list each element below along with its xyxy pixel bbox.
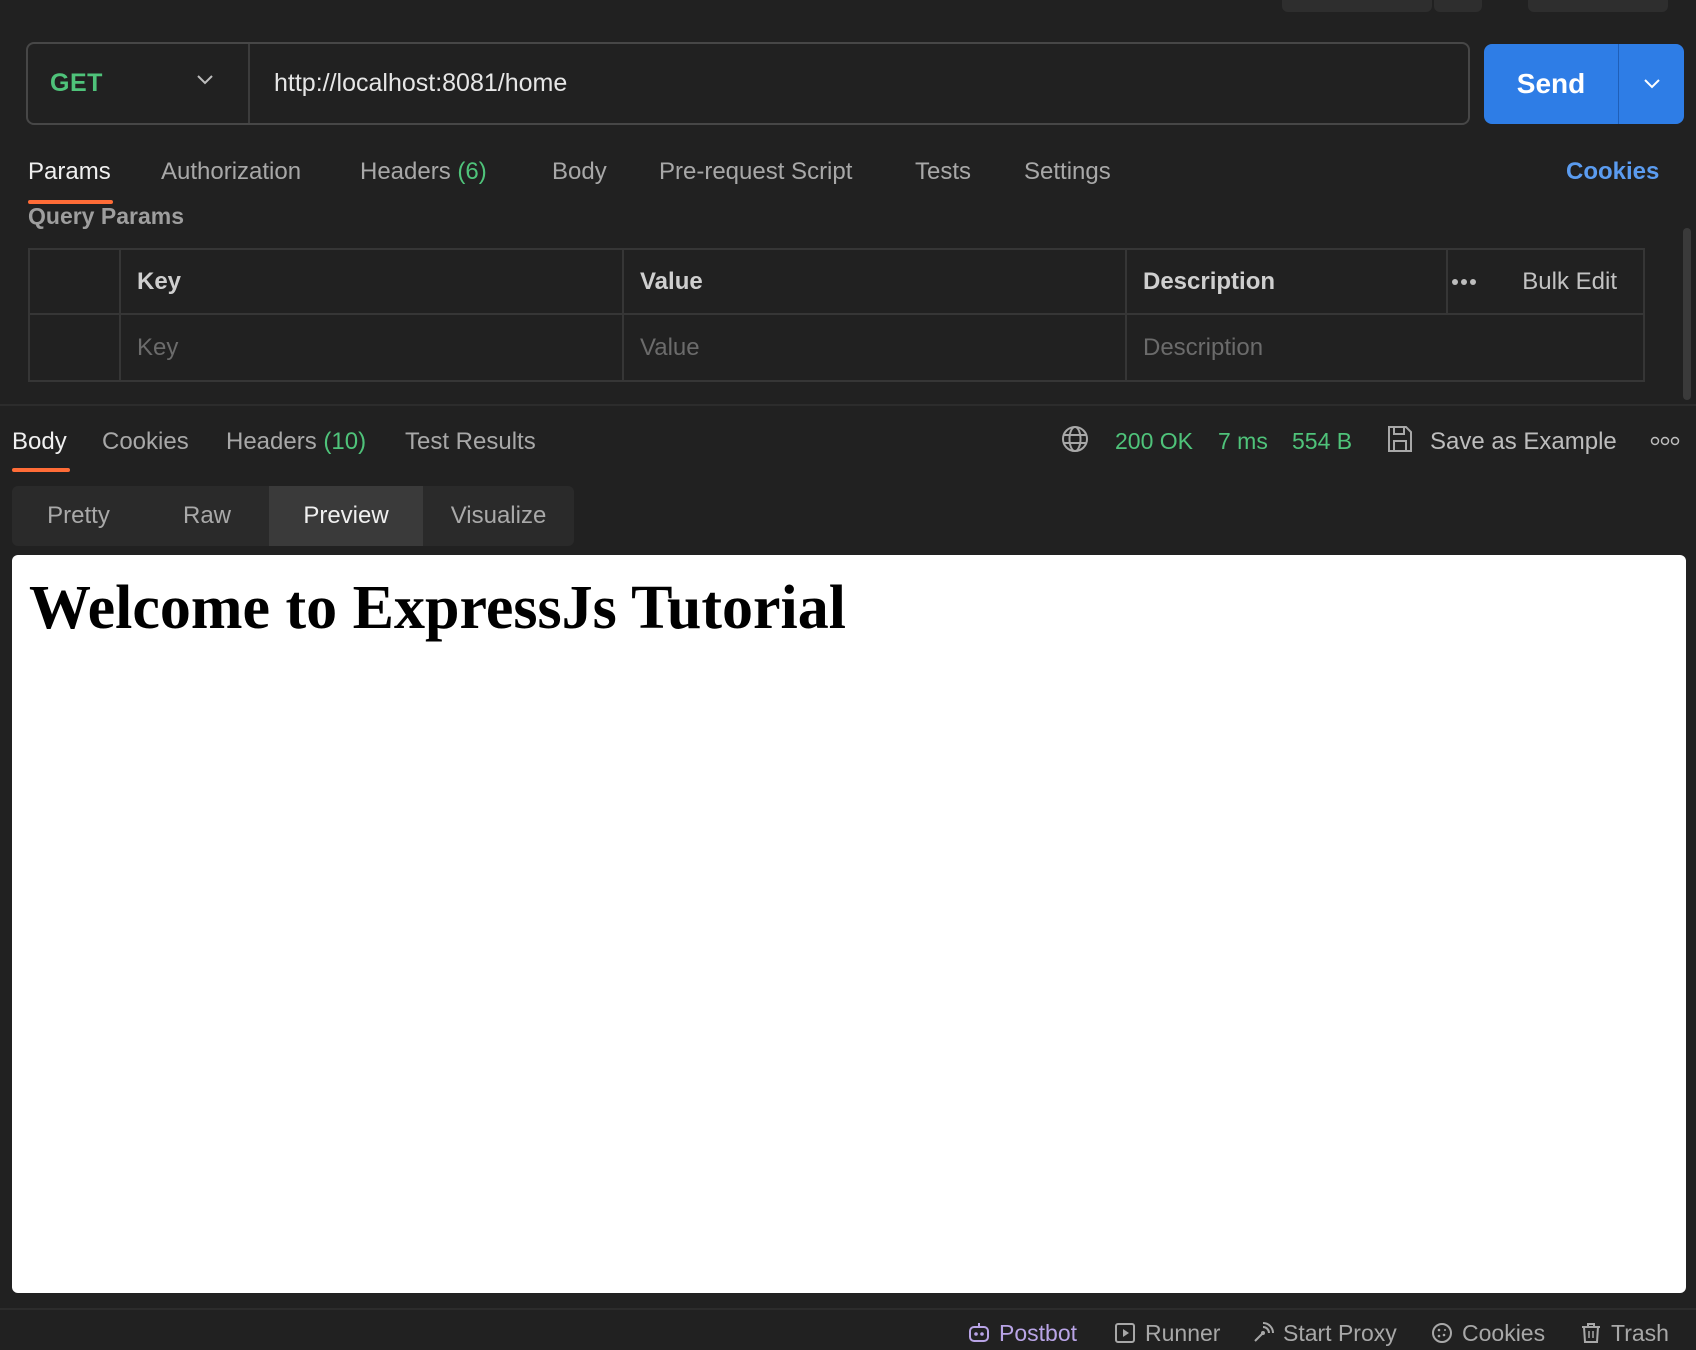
footer-runner-label: Runner [1145, 1319, 1221, 1346]
description-input[interactable]: Description [1127, 315, 1645, 380]
preview-heading: Welcome to ExpressJs Tutorial [29, 574, 846, 642]
globe-icon[interactable] [1060, 424, 1090, 454]
cookie-icon [1432, 1323, 1452, 1343]
response-time[interactable]: 7 ms [1218, 428, 1268, 455]
active-tab-indicator [12, 468, 70, 472]
response-size[interactable]: 554 B [1292, 428, 1352, 455]
top-control-right[interactable] [1528, 0, 1668, 12]
key-column-header: Key [121, 250, 624, 313]
method-select[interactable]: GET [28, 44, 250, 123]
footer-cookies-label: Cookies [1462, 1319, 1546, 1346]
more-options-icon[interactable] [1650, 436, 1680, 446]
top-control-mid[interactable] [1434, 0, 1482, 12]
footer-divider [0, 1308, 1696, 1310]
tab-body[interactable]: Body [552, 158, 607, 186]
postbot-icon [969, 1323, 989, 1342]
checkbox-column-header [30, 250, 121, 313]
pane-divider[interactable] [0, 404, 1696, 406]
footer-runner[interactable]: Runner [1113, 1318, 1220, 1348]
tab-params[interactable]: Params [28, 158, 111, 186]
trash-icon [1582, 1323, 1600, 1343]
request-bar: GET http://localhost:8081/home [26, 42, 1470, 125]
footer-start-proxy-label: Start Proxy [1283, 1319, 1397, 1346]
row-checkbox-cell [30, 315, 121, 380]
request-tabs: Params Authorization Headers (6) Body Pr… [28, 150, 1668, 206]
save-as-example-button[interactable]: Save as Example [1430, 428, 1617, 456]
bulk-edit-button[interactable]: Bulk Edit [1522, 268, 1617, 296]
footer-postbot-label: Postbot [999, 1319, 1077, 1346]
proxy-icon [1254, 1322, 1274, 1342]
tab-authorization[interactable]: Authorization [161, 158, 301, 186]
url-input[interactable]: http://localhost:8081/home [250, 69, 567, 98]
tab-headers-count: (6) [457, 158, 487, 185]
tab-tests[interactable]: Tests [915, 158, 971, 186]
scrollbar[interactable] [1683, 228, 1691, 400]
view-mode-selector: Pretty Raw Preview Visualize [12, 486, 574, 546]
send-button[interactable]: Send [1484, 44, 1619, 124]
view-raw[interactable]: Raw [145, 486, 269, 546]
query-params-title: Query Params [28, 203, 184, 229]
chevron-down-icon [1643, 79, 1660, 89]
footer-trash[interactable]: Trash [1579, 1318, 1669, 1348]
footer-postbot[interactable]: Postbot [967, 1318, 1077, 1348]
tab-settings[interactable]: Settings [1024, 158, 1111, 186]
tab-headers[interactable]: Headers (6) [360, 158, 487, 186]
send-button-group: Send [1484, 44, 1684, 124]
view-pretty[interactable]: Pretty [12, 486, 145, 546]
cookies-link[interactable]: Cookies [1566, 158, 1659, 186]
key-input[interactable]: Key [121, 315, 624, 380]
footer-cookies[interactable]: Cookies [1430, 1318, 1545, 1348]
tab-headers-label: Headers [360, 158, 451, 185]
table-header-row: Key Value Description Bulk Edit [30, 250, 1643, 315]
value-column-header: Value [624, 250, 1127, 313]
save-icon[interactable] [1386, 424, 1414, 454]
runner-icon [1115, 1323, 1135, 1343]
view-visualize[interactable]: Visualize [423, 486, 574, 546]
status-code[interactable]: 200 OK [1115, 428, 1193, 455]
value-input[interactable]: Value [624, 315, 1127, 380]
response-preview: Welcome to ExpressJs Tutorial [12, 555, 1686, 1293]
method-label: GET [50, 69, 103, 97]
top-control-left[interactable] [1282, 0, 1432, 12]
view-preview[interactable]: Preview [269, 486, 423, 546]
response-status-bar: 200 OK 7 ms 554 B Save as Example [0, 420, 1696, 460]
description-column-header: Description [1127, 250, 1448, 313]
send-options-button[interactable] [1619, 44, 1684, 124]
table-row: Key Value Description [30, 315, 1643, 380]
more-options-icon[interactable] [1451, 278, 1477, 286]
params-table: Key Value Description Bulk Edit Key Valu… [28, 248, 1645, 382]
footer-start-proxy[interactable]: Start Proxy [1251, 1318, 1397, 1348]
footer-trash-label: Trash [1611, 1319, 1669, 1346]
tab-pre-request-script[interactable]: Pre-request Script [659, 158, 852, 186]
chevron-down-icon [197, 75, 213, 85]
